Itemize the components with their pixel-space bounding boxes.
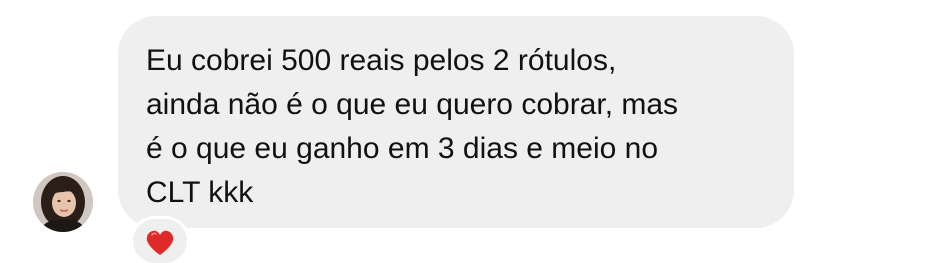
message-line: é o que eu ganho em 3 dias e meio no [146,132,659,165]
message-line: CLT kkk [146,176,254,209]
chat-thread: Eu cobrei 500 reais pelos 2 rótulos, ain… [0,0,925,263]
avatar-photo [33,172,93,232]
message-line: ainda não é o que eu quero cobrar, mas [146,88,679,121]
red-heart-icon [146,230,174,255]
message-line: Eu cobrei 500 reais pelos 2 rótulos, [146,44,617,77]
message-reaction[interactable] [130,216,190,263]
sender-avatar[interactable] [33,172,93,232]
